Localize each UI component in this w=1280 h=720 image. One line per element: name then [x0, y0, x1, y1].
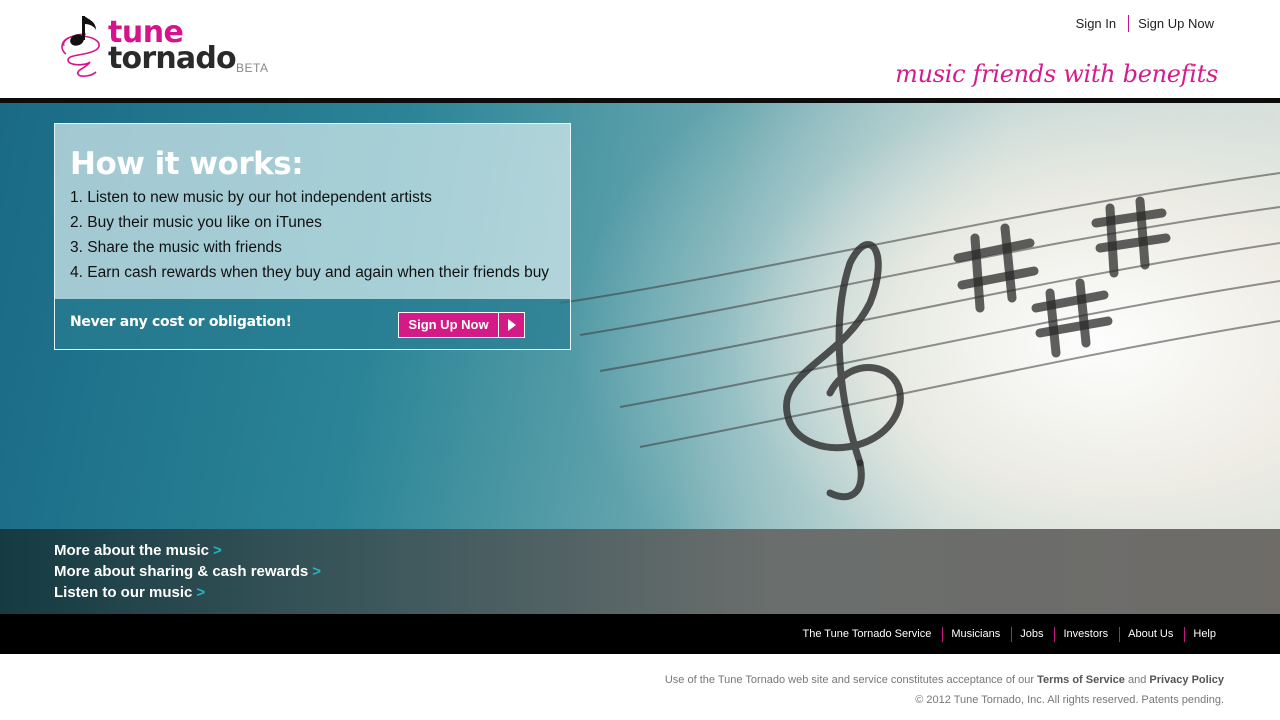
beta-badge: BETA — [236, 61, 269, 75]
terms-prefix: Use of the Tune Tornado web site and ser… — [664, 674, 1034, 686]
divider — [1119, 626, 1121, 642]
divider — [1128, 14, 1130, 32]
play-arrow-icon — [499, 313, 524, 337]
no-cost-text: Never any cost or obligation! — [70, 314, 292, 330]
more-about-music-link[interactable]: More about the music > — [54, 541, 321, 562]
link-label: More about the music — [54, 542, 210, 559]
logo-word-tornado: tornado — [108, 41, 237, 76]
steps-list: 1. Listen to new music by our hot indepe… — [70, 188, 549, 288]
hero-banner: How it works: 1. Listen to new music by … — [0, 103, 1280, 529]
how-it-works-title: How it works: — [70, 146, 304, 182]
step-item: 4. Earn cash rewards when they buy and a… — [70, 264, 550, 281]
how-it-works-body: How it works: 1. Listen to new music by … — [55, 124, 570, 299]
divider — [1184, 626, 1186, 642]
privacy-policy-link[interactable]: Privacy Policy — [1149, 674, 1224, 686]
more-links-list: More about the music > More about sharing… — [54, 541, 321, 604]
step-item: 2. Buy their music you like on iTunes — [70, 214, 322, 231]
music-note-swirl-icon — [61, 16, 100, 77]
copyright: © 2012 Tune Tornado, Inc. All rights res… — [915, 694, 1224, 706]
chevron-right-icon: > — [196, 584, 206, 601]
terms-of-service-link[interactable]: Terms of Service — [1037, 674, 1125, 686]
terms-and: and — [1127, 674, 1147, 686]
footer-link-musicians[interactable]: Musicians — [951, 628, 1000, 640]
account-links: Sign In Sign Up Now — [1076, 14, 1214, 32]
footer-link-about-us[interactable]: About Us — [1128, 628, 1173, 640]
sign-up-button-label: Sign Up Now — [399, 313, 499, 337]
site-header: tune tornado BETA Sign In Sign Up Now mu… — [0, 0, 1280, 98]
more-info-bar: More about the music > More about sharing… — [0, 529, 1280, 614]
footer-link-service[interactable]: The Tune Tornado Service — [803, 628, 932, 640]
site-tagline: music friends with benefits — [895, 60, 1218, 88]
how-it-works-panel: How it works: 1. Listen to new music by … — [54, 123, 571, 350]
more-about-sharing-link[interactable]: More about sharing & cash rewards > — [54, 562, 321, 583]
tune-tornado-logo[interactable]: tune tornado BETA — [56, 10, 276, 82]
terms-line: Use of the Tune Tornado web site and ser… — [665, 670, 1224, 690]
footer-link-jobs[interactable]: Jobs — [1020, 628, 1043, 640]
divider — [1054, 626, 1056, 642]
footer-link-help[interactable]: Help — [1193, 628, 1216, 640]
footer-nav: The Tune Tornado Service Musicians Jobs … — [0, 614, 1280, 654]
footer-nav-list: The Tune Tornado Service Musicians Jobs … — [803, 625, 1216, 643]
divider — [1011, 626, 1013, 642]
sign-up-now-button[interactable]: Sign Up Now — [398, 312, 525, 338]
step-item: 3. Share the music with friends — [70, 239, 282, 256]
footer-link-investors[interactable]: Investors — [1063, 628, 1108, 640]
step-item: 1. Listen to new music by our hot indepe… — [70, 189, 432, 206]
sign-in-link[interactable]: Sign In — [1076, 16, 1116, 31]
link-label: Listen to our music — [54, 584, 193, 601]
chevron-right-icon: > — [312, 563, 321, 580]
listen-to-music-link[interactable]: Listen to our music > — [54, 583, 321, 604]
link-label: More about sharing & cash rewards — [54, 563, 309, 580]
sign-up-link[interactable]: Sign Up Now — [1138, 16, 1214, 31]
divider — [942, 626, 944, 642]
legal-notice: Use of the Tune Tornado web site and ser… — [665, 670, 1224, 710]
chevron-right-icon: > — [213, 542, 222, 559]
